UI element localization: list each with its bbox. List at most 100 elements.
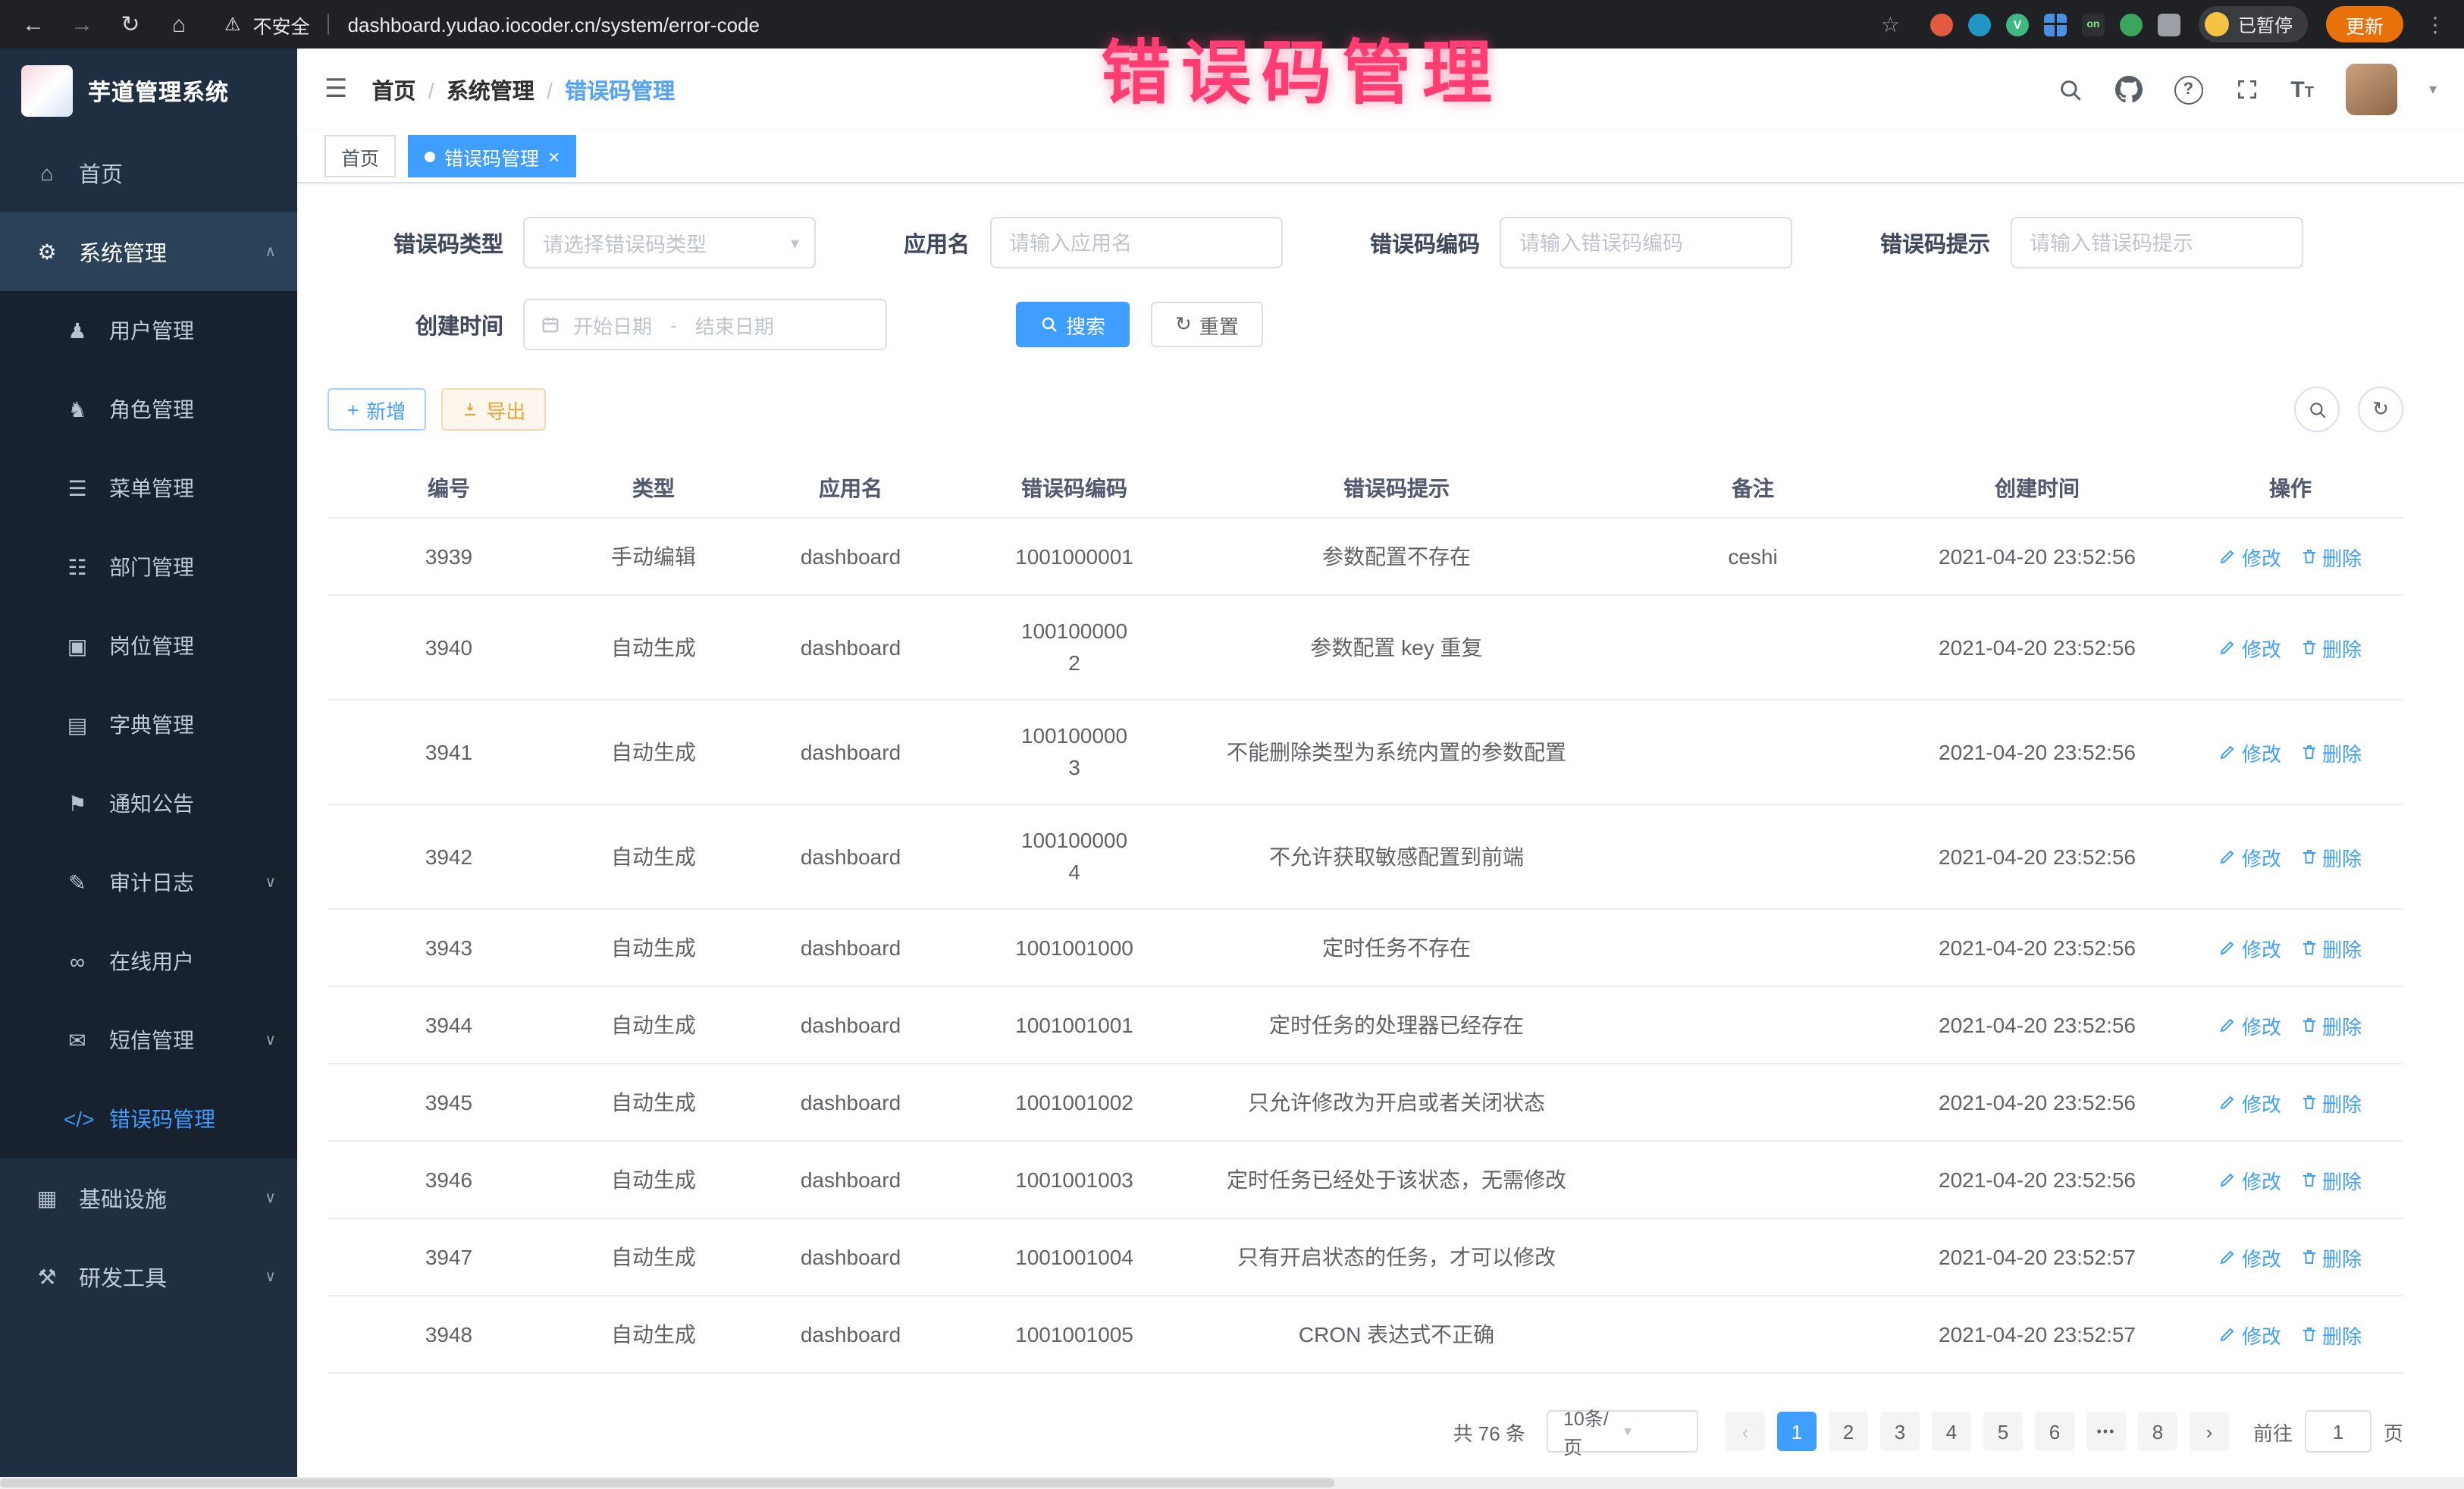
sidebar-item-sms[interactable]: ✉ 短信管理 ∨ bbox=[0, 1001, 297, 1080]
next-page-button[interactable]: › bbox=[2190, 1412, 2229, 1451]
pager-page-4[interactable]: 4 bbox=[1932, 1412, 1971, 1451]
delete-link[interactable]: 删除 bbox=[2299, 1088, 2362, 1117]
refresh-table-button[interactable]: ↻ bbox=[2358, 387, 2403, 432]
github-icon[interactable] bbox=[2114, 76, 2142, 103]
fullscreen-icon[interactable] bbox=[2234, 77, 2259, 102]
sidebar-item-error-code[interactable]: </> 错误码管理 bbox=[0, 1080, 297, 1158]
export-button[interactable]: 导出 bbox=[440, 388, 545, 431]
forward-icon[interactable]: → bbox=[67, 11, 97, 37]
tab-close-icon[interactable]: × bbox=[548, 146, 560, 166]
page-size-select[interactable]: 10条/页 ▾ bbox=[1547, 1410, 1698, 1453]
address-bar[interactable]: ⚠ 不安全 dashboard.yudao.iocoder.cn/system/… bbox=[212, 10, 1912, 39]
sidebar-item-dept[interactable]: ☷ 部门管理 bbox=[0, 528, 297, 607]
breadcrumb-item[interactable]: 系统管理 bbox=[447, 74, 565, 105]
delete-link[interactable]: 删除 bbox=[2299, 738, 2362, 766]
breadcrumb-item[interactable]: 首页 bbox=[372, 74, 447, 105]
browser-menu-icon[interactable]: ⋮ bbox=[2425, 11, 2446, 37]
app-name-input[interactable] bbox=[989, 217, 1282, 268]
horizontal-scrollbar[interactable] bbox=[0, 1477, 2464, 1489]
pager-page-8[interactable]: 8 bbox=[2138, 1412, 2177, 1451]
sidebar-toggle-icon[interactable]: ☰ bbox=[324, 74, 348, 105]
menu-item-label: 短信管理 bbox=[109, 1025, 194, 1055]
delete-link[interactable]: 删除 bbox=[2299, 542, 2362, 571]
reload-icon[interactable]: ↻ bbox=[115, 11, 146, 38]
bookmark-star-icon[interactable]: ☆ bbox=[1881, 11, 1900, 37]
add-button[interactable]: + 新增 bbox=[328, 388, 425, 431]
sidebar-item-system[interactable]: ⚙ 系统管理 ∧ bbox=[0, 212, 297, 291]
edit-link[interactable]: 修改 bbox=[2219, 842, 2281, 871]
delete-link[interactable]: 删除 bbox=[2299, 633, 2362, 662]
edit-link[interactable]: 修改 bbox=[2219, 542, 2281, 571]
tab-error-code[interactable]: 错误码管理 × bbox=[408, 135, 576, 177]
extension-icon-teal[interactable] bbox=[1968, 13, 1991, 36]
extension-icon-green[interactable] bbox=[2120, 13, 2143, 36]
pager-page-3[interactable]: 3 bbox=[1880, 1412, 1920, 1451]
browser-update-button[interactable]: 更新 bbox=[2326, 6, 2403, 42]
back-icon[interactable]: ← bbox=[18, 11, 49, 37]
goto-page-input[interactable] bbox=[2305, 1410, 2372, 1453]
reset-button[interactable]: ↻ 重置 bbox=[1151, 302, 1263, 347]
extension-icon-red[interactable] bbox=[1930, 13, 1953, 36]
sidebar-item-role[interactable]: ♞ 角色管理 bbox=[0, 370, 297, 449]
delete-link[interactable]: 删除 bbox=[2299, 1320, 2362, 1349]
search-button[interactable]: 搜索 bbox=[1016, 302, 1130, 347]
sidebar-item-dev-tools[interactable]: ⚒ 研发工具 ∨ bbox=[0, 1237, 297, 1316]
menu-item-label: 系统管理 bbox=[79, 236, 167, 268]
date-start-placeholder[interactable]: 开始日期 bbox=[573, 310, 652, 339]
url-text[interactable]: dashboard.yudao.iocoder.cn/system/error-… bbox=[348, 13, 760, 36]
edit-link[interactable]: 修改 bbox=[2219, 1088, 2281, 1117]
breadcrumb-item[interactable]: 错误码管理 bbox=[565, 74, 675, 105]
cell-memo bbox=[1609, 805, 1897, 908]
sidebar-item-notice[interactable]: ⚑ 通知公告 bbox=[0, 764, 297, 843]
sidebar-item-user[interactable]: ♟ 用户管理 bbox=[0, 291, 297, 370]
edit-link[interactable]: 修改 bbox=[2219, 1011, 2281, 1039]
pager-page-6[interactable]: 6 bbox=[2035, 1412, 2074, 1451]
sidebar-item-menu[interactable]: ☰ 菜单管理 bbox=[0, 449, 297, 528]
edit-link[interactable]: 修改 bbox=[2219, 933, 2281, 962]
cell-app: dashboard bbox=[737, 519, 964, 594]
pager-page-ellipsis[interactable]: ••• bbox=[2086, 1412, 2126, 1451]
date-range-picker[interactable]: 开始日期 - 结束日期 bbox=[523, 299, 887, 350]
font-size-icon[interactable]: TT bbox=[2290, 77, 2314, 102]
delete-link[interactable]: 删除 bbox=[2299, 1011, 2362, 1039]
edit-link[interactable]: 修改 bbox=[2219, 1165, 2281, 1194]
edit-link[interactable]: 修改 bbox=[2219, 738, 2281, 766]
pager-page-2[interactable]: 2 bbox=[1829, 1412, 1868, 1451]
delete-link[interactable]: 删除 bbox=[2299, 1243, 2362, 1271]
sidebar-item-online-user[interactable]: ∞ 在线用户 bbox=[0, 922, 297, 1001]
edit-link[interactable]: 修改 bbox=[2219, 1320, 2281, 1349]
date-end-placeholder[interactable]: 结束日期 bbox=[695, 310, 774, 339]
sidebar-item-home[interactable]: ⌂ 首页 bbox=[0, 133, 297, 212]
delete-link[interactable]: 删除 bbox=[2299, 842, 2362, 871]
edit-link[interactable]: 修改 bbox=[2219, 633, 2281, 662]
page-buttons: 1 2 3 4 5 6 ••• bbox=[1771, 1412, 2183, 1451]
user-avatar[interactable] bbox=[2346, 64, 2397, 115]
error-hint-input[interactable] bbox=[2010, 217, 2303, 268]
pager-page-1[interactable]: 1 bbox=[1777, 1412, 1817, 1451]
sidebar-item-dict[interactable]: ▤ 字典管理 bbox=[0, 685, 297, 764]
extensions-puzzle-icon[interactable] bbox=[2158, 13, 2180, 36]
delete-link[interactable]: 删除 bbox=[2299, 1165, 2362, 1194]
toggle-search-button[interactable] bbox=[2294, 387, 2340, 432]
help-icon[interactable]: ? bbox=[2174, 75, 2202, 104]
scrollbar-thumb[interactable] bbox=[0, 1478, 1334, 1487]
error-code-input[interactable] bbox=[1500, 217, 1792, 268]
extension-icon-on[interactable]: on bbox=[2082, 13, 2105, 36]
profile-paused-chip[interactable]: 已暂停 bbox=[2199, 6, 2308, 42]
delete-link[interactable]: 删除 bbox=[2299, 933, 2362, 962]
avatar-caret-icon[interactable]: ▾ bbox=[2429, 81, 2437, 98]
error-type-select[interactable]: 请选择错误码类型 ▾ bbox=[523, 217, 816, 268]
edit-link[interactable]: 修改 bbox=[2219, 1243, 2281, 1271]
sidebar-item-infra[interactable]: ▦ 基础设施 ∨ bbox=[0, 1158, 297, 1237]
extension-icon-vue[interactable]: V bbox=[2006, 13, 2029, 36]
extension-icon-grid[interactable] bbox=[2044, 13, 2067, 36]
cell-app: dashboard bbox=[737, 1296, 964, 1372]
sidebar-item-post[interactable]: ▣ 岗位管理 bbox=[0, 607, 297, 685]
tab-home[interactable]: 首页 bbox=[324, 135, 396, 177]
prev-page-button[interactable]: ‹ bbox=[1726, 1412, 1765, 1451]
pager-page-5[interactable]: 5 bbox=[1983, 1412, 2023, 1451]
chevron-icon: ∧ bbox=[265, 243, 276, 260]
search-icon[interactable] bbox=[2057, 77, 2083, 102]
sidebar-item-audit-log[interactable]: ✎ 审计日志 ∨ bbox=[0, 843, 297, 922]
home-icon[interactable]: ⌂ bbox=[164, 11, 194, 37]
